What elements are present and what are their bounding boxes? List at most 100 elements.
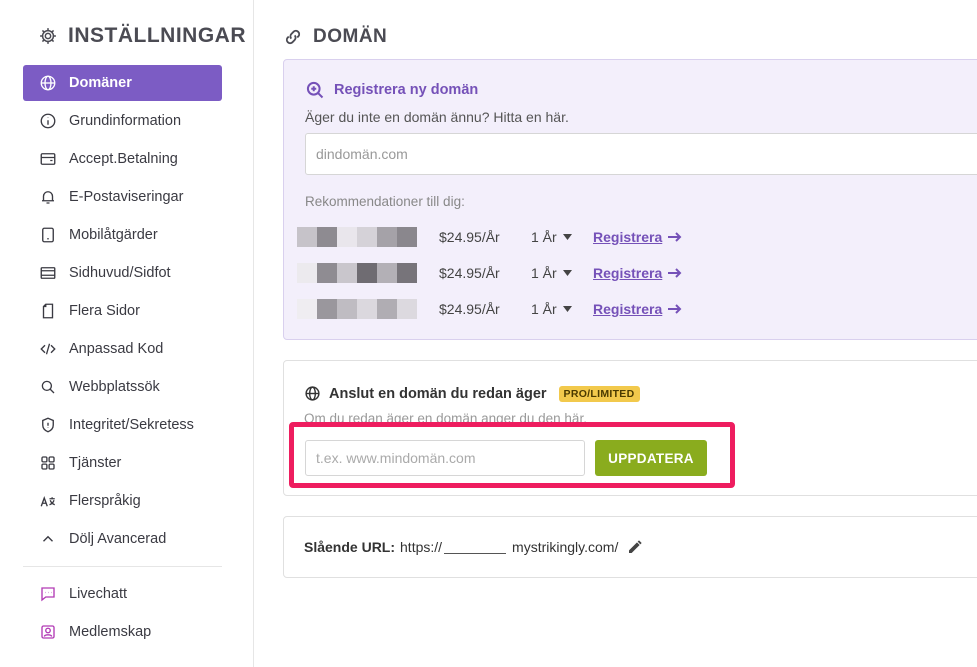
sidebar-item-basic-info[interactable]: Grundinformation (23, 103, 222, 139)
chevron-up-icon (43, 535, 53, 542)
register-domain-card: Registrera ny domän Äger du inte en domä… (283, 59, 977, 340)
globe-icon (40, 75, 56, 91)
info-icon (40, 113, 56, 129)
pages-icon (42, 303, 54, 319)
striking-url-row: Slående URL: https:// mystrikingly.com/ (304, 539, 643, 555)
domain-input[interactable]: t.ex. www.mindomän.com (305, 440, 585, 476)
register-heading: Registrera ny domän (305, 80, 478, 100)
sidebar-item-membership[interactable]: Medlemskap (23, 614, 222, 650)
grid-icon (41, 456, 55, 470)
sidebar-item-header-footer[interactable]: Sidhuvud/Sidfot (23, 255, 222, 291)
globe-icon (305, 386, 320, 401)
sidebar-item-livechat[interactable]: Livechatt (23, 576, 222, 612)
sidebar-item-email-notifications[interactable]: E-Postaviseringar (23, 179, 222, 215)
caret-down-icon (562, 306, 572, 312)
url-prefix: https:// (400, 539, 443, 555)
years-select-value: 1 År (531, 301, 557, 317)
sidebar-item-payments[interactable]: Accept.Betalning (23, 141, 222, 177)
caret-down-icon (562, 270, 572, 276)
sidebar-item-privacy[interactable]: Integritet/Sekretess (23, 407, 222, 443)
sidebar-item-label: Grundinformation (69, 113, 182, 129)
recommendation-row: $24.95/År 1 År Registrera (297, 261, 682, 285)
register-subtitle: Äger du inte en domän ännu? Hitta en här… (305, 109, 569, 125)
url-suffix: mystrikingly.com/ (512, 539, 619, 555)
wallet-icon (40, 153, 56, 165)
register-link-text: Registrera (593, 265, 663, 281)
years-select[interactable]: 1 År (531, 229, 593, 245)
chat-icon (41, 587, 55, 602)
sidebar-item-label: Medlemskap (69, 624, 152, 640)
sidebar-item-multilingual[interactable]: Flerspråkig (23, 483, 222, 519)
connect-domain-card: Anslut en domän du redan äger PRO/LIMITE… (283, 360, 977, 496)
register-link[interactable]: Registrera (593, 265, 682, 281)
pro-limited-badge: PRO/LIMITED (558, 385, 640, 402)
sidebar-item-label: Sidhuvud/Sidfot (69, 265, 171, 281)
connect-heading-text: Anslut en domän du redan äger (329, 385, 547, 402)
sidebar-item-label: Accept.Betalning (69, 151, 178, 167)
mobile-icon (42, 227, 54, 243)
pencil-icon[interactable] (627, 539, 643, 555)
translate-icon (40, 496, 55, 507)
years-select[interactable]: 1 År (531, 301, 593, 317)
recommendation-price: $24.95/År (439, 229, 500, 245)
sidebar-item-services[interactable]: Tjänster (23, 445, 222, 481)
sidebar-item-label: Domäner (69, 75, 132, 91)
arrow-right-icon (668, 232, 682, 242)
blurred-domain (297, 299, 417, 319)
register-heading-text: Registrera ny domän (334, 82, 479, 98)
striking-url-card: Slående URL: https:// mystrikingly.com/ (283, 516, 977, 578)
bell-icon (42, 191, 54, 204)
search-icon (41, 380, 55, 394)
sidebar-item-label: Flerspråkig (69, 493, 141, 509)
sidebar-item-label: Flera Sidor (69, 303, 140, 319)
code-icon (40, 343, 56, 355)
arrow-right-icon (668, 304, 682, 314)
sidebar-item-label: Dölj Avancerad (69, 531, 167, 547)
zoom-in-icon (306, 81, 324, 99)
gear-icon (40, 28, 56, 44)
update-button[interactable]: UPPDATERA (595, 440, 707, 476)
url-subdomain-blank (444, 541, 507, 554)
register-link[interactable]: Registrera (593, 301, 682, 317)
arrow-right-icon (668, 268, 682, 278)
years-select-value: 1 År (531, 265, 557, 281)
caret-down-icon (562, 234, 572, 240)
sidebar-item-custom-code[interactable]: Anpassad Kod (23, 331, 222, 367)
connect-heading: Anslut en domän du redan äger PRO/LIMITE… (304, 385, 640, 402)
settings-sidebar: INSTÄLLNINGAR Domäner Grundinformation A… (0, 0, 254, 667)
years-select-value: 1 År (531, 229, 557, 245)
layout-icon (40, 267, 56, 279)
sidebar-item-hide-advanced[interactable]: Dölj Avancerad (23, 521, 222, 557)
highlight-box: t.ex. www.mindomän.com UPPDATERA (289, 422, 735, 488)
register-link-text: Registrera (593, 301, 663, 317)
recommendation-price: $24.95/År (439, 301, 500, 317)
sidebar-item-label: Webbplatssök (69, 379, 160, 395)
page-title: DOMÄN (283, 26, 387, 48)
sidebar-nav: Domäner Grundinformation Accept.Betalnin… (23, 65, 222, 652)
blurred-domain (297, 227, 417, 247)
sidebar-item-label: Livechatt (69, 586, 128, 602)
sidebar-item-site-search[interactable]: Webbplatssök (23, 369, 222, 405)
shield-icon (42, 417, 54, 433)
register-link[interactable]: Registrera (593, 229, 682, 245)
recommendation-row: $24.95/År 1 År Registrera (297, 297, 682, 321)
recommendation-row: $24.95/År 1 År Registrera (297, 225, 682, 249)
sidebar-item-label: Mobilåtgärder (69, 227, 158, 243)
sidebar-item-mobile-actions[interactable]: Mobilåtgärder (23, 217, 222, 253)
member-icon (41, 625, 55, 639)
sidebar-item-label: Anpassad Kod (69, 341, 164, 357)
domain-search-input[interactable]: dindomän.com (305, 133, 977, 175)
recommendation-price: $24.95/År (439, 265, 500, 281)
years-select[interactable]: 1 År (531, 265, 593, 281)
recommendations-label: Rekommendationer till dig: (305, 194, 465, 209)
sidebar-title: INSTÄLLNINGAR (38, 24, 246, 48)
sidebar-divider (23, 566, 222, 567)
link-icon (285, 29, 301, 45)
sidebar-item-multiple-pages[interactable]: Flera Sidor (23, 293, 222, 329)
sidebar-item-label: Tjänster (69, 455, 122, 471)
register-link-text: Registrera (593, 229, 663, 245)
sidebar-item-domains[interactable]: Domäner (23, 65, 222, 101)
blurred-domain (297, 263, 417, 283)
url-label: Slående URL: (304, 539, 396, 555)
sidebar-title-text: INSTÄLLNINGAR (68, 24, 246, 47)
